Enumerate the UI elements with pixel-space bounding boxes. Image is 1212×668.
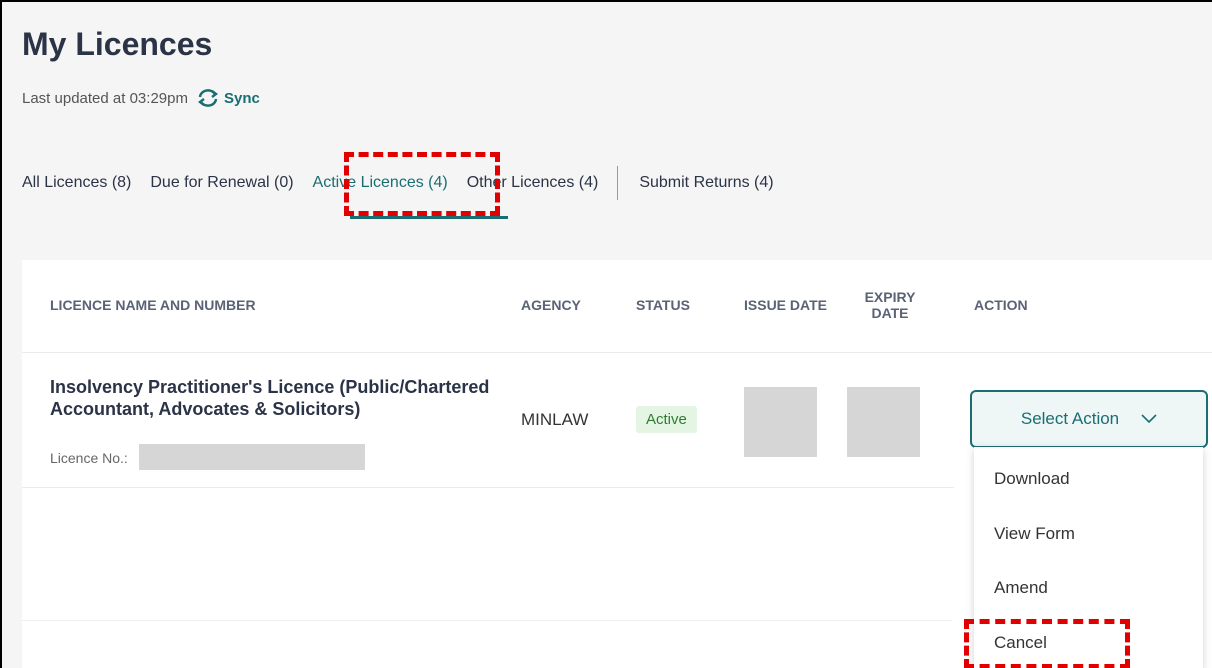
header-action: ACTION	[974, 297, 1028, 313]
last-updated-row: Last updated at 03:29pm Sync	[22, 88, 260, 108]
menu-item-amend[interactable]: Amend	[994, 578, 1048, 598]
header-issue-date: ISSUE DATE	[744, 297, 827, 313]
header-licence-name: LICENCE NAME AND NUMBER	[50, 297, 256, 313]
tab-divider	[617, 166, 619, 200]
chevron-down-icon	[1141, 414, 1157, 424]
menu-item-view-form[interactable]: View Form	[994, 524, 1075, 544]
menu-item-cancel[interactable]: Cancel	[994, 633, 1047, 653]
last-updated-text: Last updated at 03:29pm	[22, 89, 188, 107]
row-separator	[22, 487, 954, 488]
app-frame: My Licences Last updated at 03:29pm Sync…	[0, 0, 1212, 668]
sync-button[interactable]: Sync	[196, 88, 260, 108]
active-tab-underline	[350, 216, 508, 219]
licence-table: LICENCE NAME AND NUMBER AGENCY STATUS IS…	[22, 260, 1212, 668]
tab-submit-returns[interactable]: Submit Returns (4)	[639, 174, 773, 192]
table-bottom-line	[22, 620, 952, 621]
header-expiry-date: EXPIRY DATE	[864, 289, 916, 321]
status-badge: Active	[636, 406, 697, 433]
menu-item-download[interactable]: Download	[994, 469, 1070, 489]
header-separator	[22, 352, 1212, 353]
tab-due-for-renewal[interactable]: Due for Renewal (0)	[150, 174, 293, 192]
licence-tabs: All Licences (8) Due for Renewal (0) Act…	[22, 166, 793, 200]
header-agency: AGENCY	[521, 297, 581, 313]
tab-all-licences[interactable]: All Licences (8)	[22, 174, 131, 192]
redacted-expiry-date	[847, 387, 920, 457]
agency-value: MINLAW	[521, 410, 589, 429]
select-action-dropdown[interactable]: Select Action	[970, 390, 1208, 448]
licence-name: Insolvency Practitioner's Licence (Publi…	[50, 377, 490, 419]
sync-icon	[197, 89, 218, 107]
redacted-issue-date	[744, 387, 817, 457]
redacted-licence-number	[139, 444, 365, 470]
tab-active-licences[interactable]: Active Licences (4)	[313, 174, 448, 192]
header-status: STATUS	[636, 297, 690, 313]
sync-label: Sync	[223, 89, 260, 107]
select-action-label: Select Action	[1020, 409, 1120, 428]
tab-other-licences[interactable]: Other Licences (4)	[467, 174, 599, 192]
action-menu: Download View Form Amend Cancel	[974, 447, 1203, 668]
page-title: My Licences	[22, 26, 213, 62]
licence-number-label: Licence No.:	[50, 450, 128, 466]
